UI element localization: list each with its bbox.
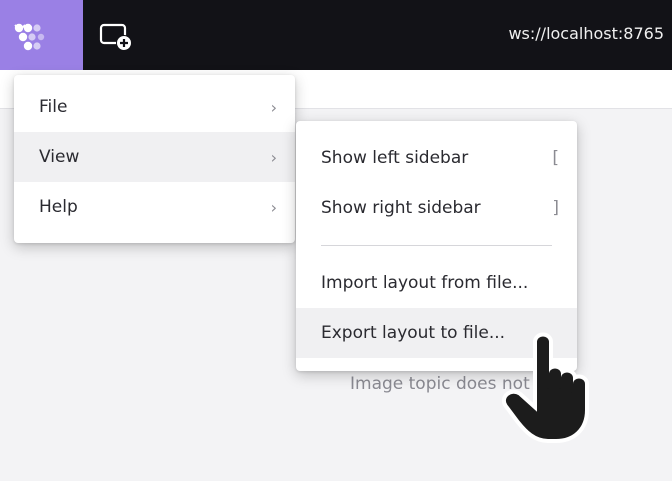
menu-item-label: Help <box>39 197 78 217</box>
menu-item-import-layout[interactable]: Import layout from file... <box>296 258 577 308</box>
shortcut-hint: ] <box>552 198 559 218</box>
chevron-right-icon: › <box>270 97 277 117</box>
add-layout-icon <box>99 23 132 51</box>
app-menu: File › View › Help › <box>14 75 295 243</box>
top-app-bar: ws://localhost:8765 <box>0 0 672 70</box>
hand-pointer-cursor-icon <box>498 330 618 450</box>
menu-item-view[interactable]: View › <box>14 132 295 182</box>
menu-item-label: Show right sidebar <box>321 198 481 218</box>
menu-item-label: Show left sidebar <box>321 148 469 168</box>
shortcut-hint: [ <box>552 148 559 168</box>
menu-item-help[interactable]: Help › <box>14 182 295 232</box>
menu-item-label: View <box>39 147 80 167</box>
add-layout-button[interactable] <box>98 20 138 54</box>
chevron-right-icon: › <box>270 147 277 167</box>
chevron-down-icon <box>14 24 26 32</box>
menu-item-label: Import layout from file... <box>321 273 529 293</box>
menu-item-label: File <box>39 97 68 117</box>
menu-divider <box>321 245 552 246</box>
chevron-right-icon: › <box>270 197 277 217</box>
connection-url: ws://localhost:8765 <box>508 24 664 43</box>
menu-item-show-right-sidebar[interactable]: Show right sidebar ] <box>296 183 577 233</box>
menu-item-file[interactable]: File › <box>14 82 295 132</box>
menu-item-show-left-sidebar[interactable]: Show left sidebar [ <box>296 133 577 183</box>
app-menu-button[interactable] <box>0 0 83 70</box>
